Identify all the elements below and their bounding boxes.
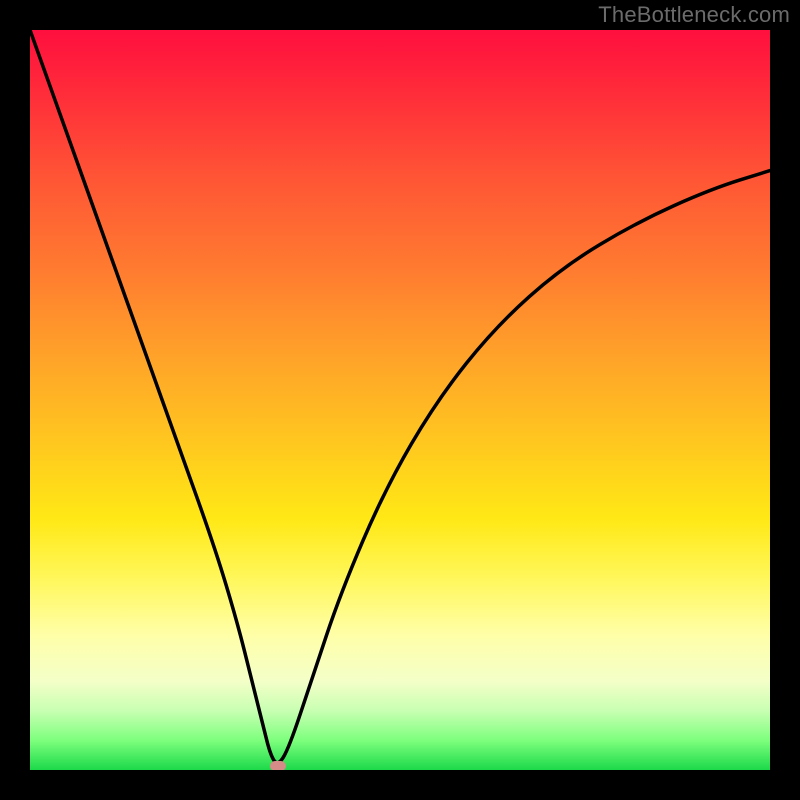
watermark-text: TheBottleneck.com bbox=[598, 2, 790, 28]
bottleneck-curve bbox=[30, 30, 770, 770]
plot-area bbox=[30, 30, 770, 770]
chart-frame: TheBottleneck.com bbox=[0, 0, 800, 800]
optimal-point-marker bbox=[270, 761, 286, 770]
